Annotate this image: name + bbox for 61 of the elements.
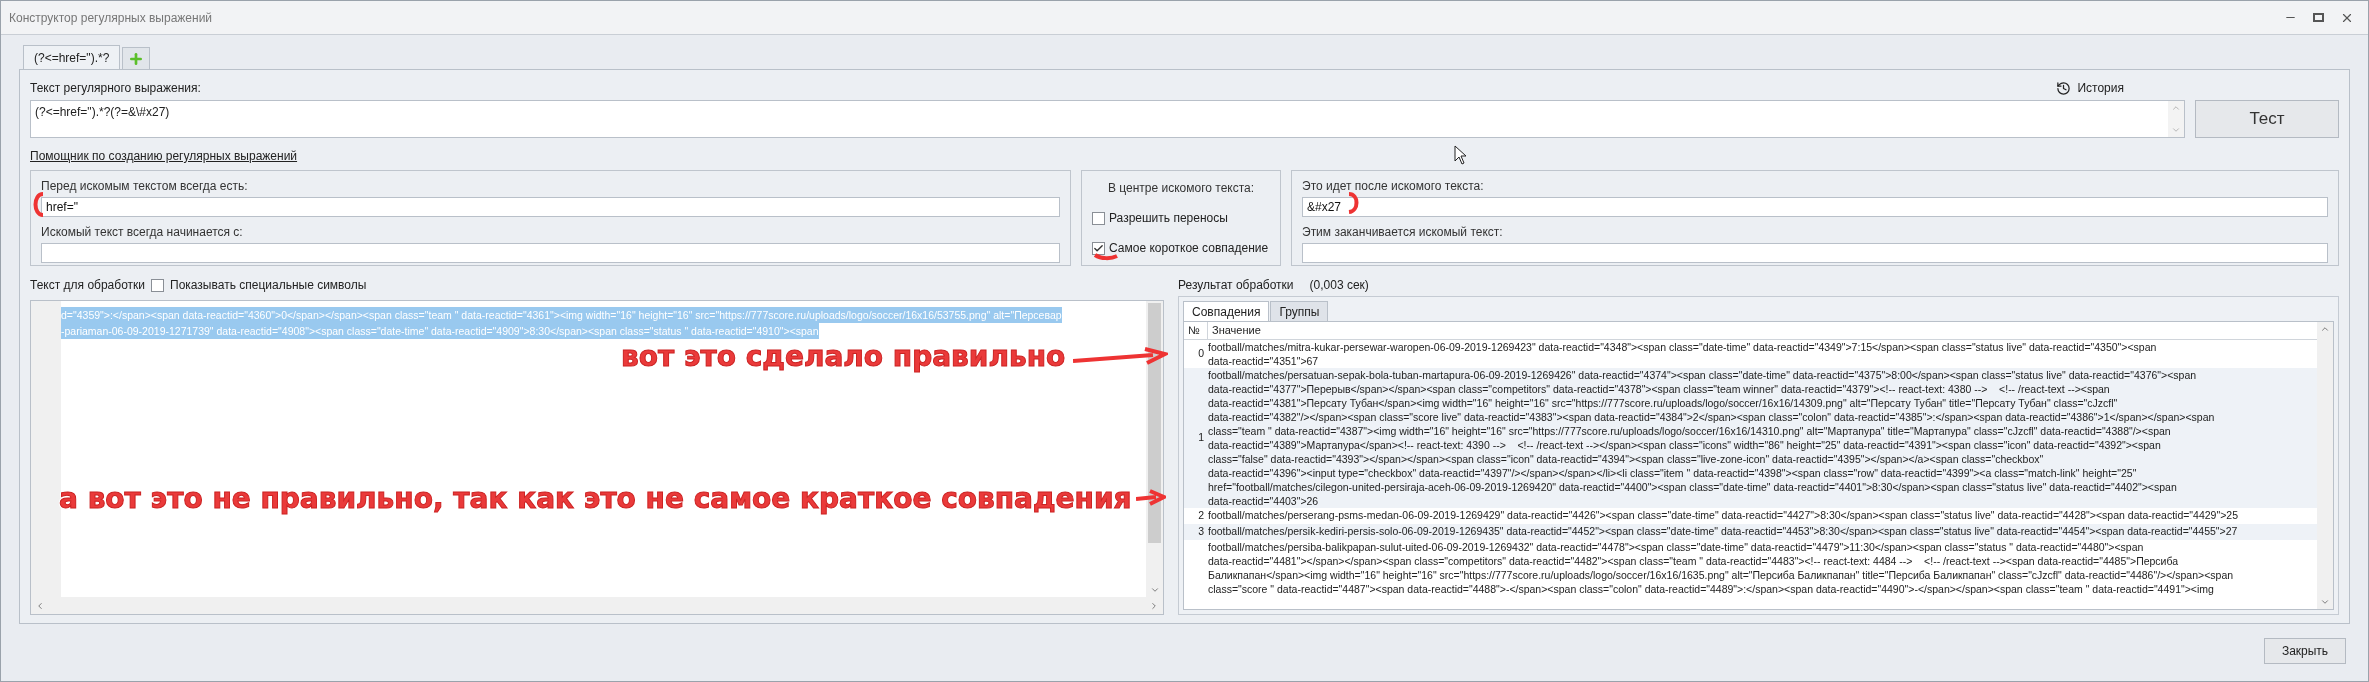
match-value: football/matches/persik-kediri-persis-solo-06-09-2019-1269435" data-reactid="4452"><span class="date-time" data-reactid="4453">8:30</span><span class="status live" data-reactid="4454"><span data-reactid="4455">27 xyxy=(1208,523,2238,539)
checkbox-label: Разрешить переносы xyxy=(1109,210,1228,227)
tab[interactable]: Группы xyxy=(1270,301,1329,321)
field-label: Текст регулярного выражения: xyxy=(30,80,201,97)
checkbox-label: Самое короткое совпадение xyxy=(1109,240,1269,257)
scrollbar[interactable] xyxy=(31,597,1163,614)
scrollbar[interactable] xyxy=(2168,101,2184,137)
tab[interactable]: (?<=href=").*? xyxy=(23,45,121,69)
tab[interactable]: Совпадения xyxy=(1183,301,1270,321)
annotation-text: вот это сделало правильно xyxy=(621,341,1066,373)
helper-link[interactable]: Помощник по созданию регулярных выражений xyxy=(30,147,298,165)
restore-icon[interactable] xyxy=(2313,13,2324,22)
match-value: football/matches/persiba-balikpapan-sulut-uited-06-09-2019-1269432" data-reactid="4478"><span class="date-time" data-reactid="4479">11:30</span><span class="status " data-reactid="4480"><span data-reactid="4481"></span></span><span class="competitors" data-reactid="4482"><span class="team " data-reactid="4483"><!-- react-text: 4484 --> <!-- /react-text --><span data-reactid="4485">Персиба Баликпапан</span><img width="16" height="16" src="https://777score.ru/uploads/logo/soccer/16x16/1635.png" alt="Персиба Баликпапан" title="Персиба Баликпапан" class="cJzcfl" data-reactid="4486"/></span><span class="score " data-reactid="4487"><span data-reactid="4488">-</span><span class="colon" data-reactid="4489">:</span><span data-reactid="4490">-</span></span><span class="team " data-reactid="4491"><img xyxy=(1208,539,2234,596)
annotation-mark xyxy=(1347,191,1361,215)
close-button[interactable]: Закрыть xyxy=(2264,638,2346,664)
history-button[interactable]: История xyxy=(2056,79,2124,97)
regex-field[interactable]: (?<=href=").*?(?=&\#x27) xyxy=(30,100,2185,138)
checkbox-label: Показывать специальные символы xyxy=(170,277,367,294)
scroll-down-icon[interactable] xyxy=(1149,585,1160,595)
field-label: Этим заканчивается искомый текст: xyxy=(1302,224,1504,241)
row-number: 2 xyxy=(1198,508,1204,523)
scroll-down-icon[interactable] xyxy=(2320,597,2330,607)
row-number: 3 xyxy=(1198,523,1204,539)
regex-text: (?<=href=").*?(?=&\#x27) xyxy=(34,104,171,121)
test-button[interactable]: Тест xyxy=(2195,100,2339,138)
scroll-up-icon[interactable] xyxy=(2320,324,2330,334)
field-label: Перед искомым текстом всегда есть: xyxy=(41,178,249,195)
history-icon xyxy=(2056,80,2072,96)
plus-icon xyxy=(128,50,145,67)
section-label: Результат обработки xyxy=(1178,277,1294,294)
ends-field[interactable] xyxy=(1302,243,2328,263)
checkbox[interactable] xyxy=(1092,241,1105,255)
row-number: 0 xyxy=(1198,346,1204,362)
group-title: В центре искомого текста: xyxy=(1106,180,1256,197)
window-title: Конструктор регулярных выражений xyxy=(9,9,213,27)
scrollbar[interactable] xyxy=(2317,322,2333,609)
annotation-text: а вот это не правильно, так как это не самое краткое совпадения xyxy=(59,483,1132,515)
before-field[interactable]: href=" xyxy=(41,197,1060,217)
field-label: Это идет после искомого текста: xyxy=(1302,178,1485,195)
after-field[interactable]: &#x27 xyxy=(1302,197,2328,217)
text-area[interactable] xyxy=(30,300,1164,615)
column-header[interactable]: № xyxy=(1184,322,1208,339)
column-header[interactable]: Значение xyxy=(1208,322,1261,339)
scroll-down-icon[interactable] xyxy=(2171,125,2181,135)
field-label: Искомый текст всегда начинается с: xyxy=(41,224,244,241)
scroll-left-icon[interactable] xyxy=(35,600,45,611)
elapsed-time: (0,003 сек) xyxy=(1309,277,1369,294)
row-number: 1 xyxy=(1198,430,1204,446)
add-tab-button[interactable] xyxy=(122,47,151,69)
scroll-thumb[interactable] xyxy=(1148,303,1161,543)
annotation-mark xyxy=(1093,251,1119,261)
scroll-up-icon[interactable] xyxy=(2171,103,2181,113)
scrollbar[interactable] xyxy=(1146,301,1163,597)
checkbox[interactable] xyxy=(1092,211,1105,225)
starts-field[interactable] xyxy=(41,243,1060,263)
section-label: Текст для обработки xyxy=(30,277,145,294)
checkbox[interactable] xyxy=(151,278,164,292)
annotation-mark xyxy=(31,191,45,219)
scroll-right-icon[interactable] xyxy=(1149,600,1159,611)
match-value: football/matches/perserang-psms-medan-06-09-2019-1269429" data-reactid="4426"><span class="date-time" data-reactid="4427">8:30</span><span class="status live" data-reactid="4428"><span data-reactid="4429">25 xyxy=(1208,508,2238,523)
cursor-icon xyxy=(1454,145,1468,165)
